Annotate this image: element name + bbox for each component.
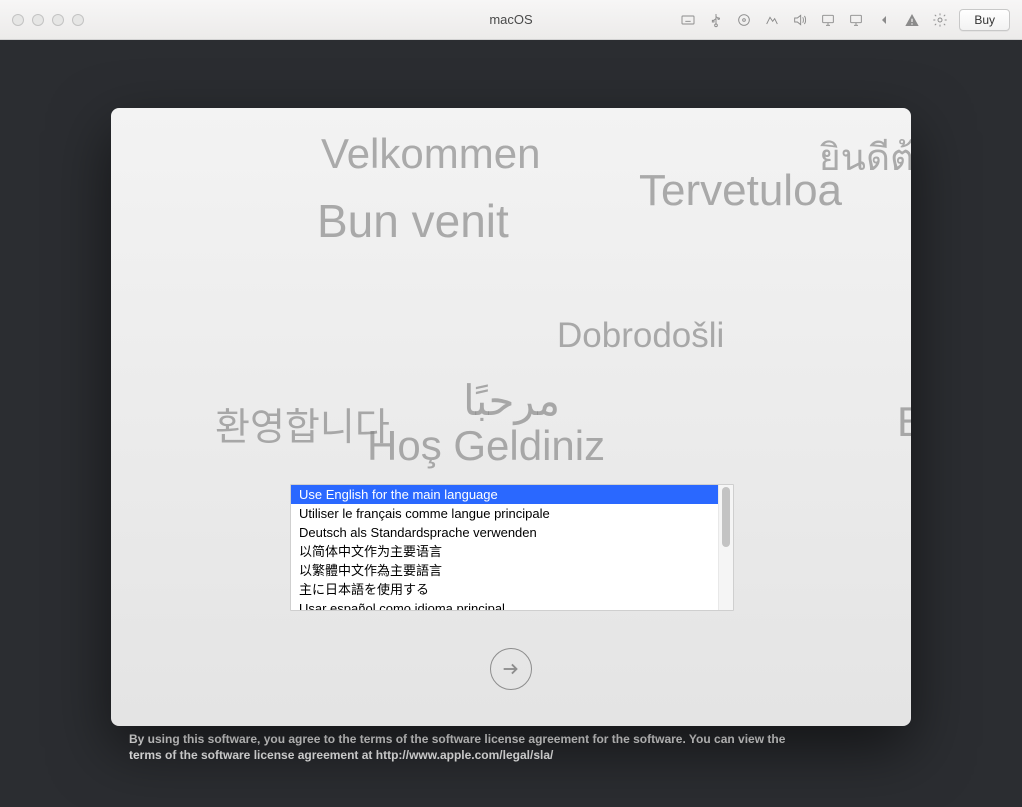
toolbar-right: Buy: [679, 9, 1010, 31]
vm-titlebar: macOS Buy: [0, 0, 1022, 40]
warning-icon[interactable]: [903, 11, 921, 29]
zoom-light[interactable]: [52, 14, 64, 26]
display-a-icon[interactable]: [819, 11, 837, 29]
continue-button[interactable]: [490, 648, 532, 690]
gear-icon[interactable]: [931, 11, 949, 29]
license-agreement-text: By using this software, you agree to the…: [111, 732, 911, 763]
welcome-greeting: Hoş Geldiniz: [367, 422, 605, 470]
welcome-greeting: 환영합니다: [215, 396, 390, 451]
extra-light: [72, 14, 84, 26]
welcome-greeting: Velkommen: [321, 130, 540, 178]
language-option[interactable]: 主に日本語を使用する: [291, 580, 718, 599]
buy-button[interactable]: Buy: [959, 9, 1010, 31]
language-list-box: Use English for the main languageUtilise…: [290, 484, 734, 611]
minimize-light[interactable]: [32, 14, 44, 26]
language-option[interactable]: 以简体中文作为主要语言: [291, 542, 718, 561]
setup-assistant-window: Velkommenยินดีต้อTervetuloaBun venitDobr…: [111, 108, 911, 726]
language-option[interactable]: 以繁體中文作為主要語言: [291, 561, 718, 580]
welcome-greeting: Tervetuloa: [639, 166, 842, 216]
display-b-icon[interactable]: [847, 11, 865, 29]
welcome-greeting: Dobrodošli: [557, 316, 724, 356]
disc-icon[interactable]: [735, 11, 753, 29]
language-option[interactable]: Utiliser le français comme langue princi…: [291, 504, 718, 523]
language-scroll-thumb[interactable]: [722, 487, 730, 547]
traffic-lights: [12, 14, 84, 26]
language-option[interactable]: Deutsch als Standardsprache verwenden: [291, 523, 718, 542]
arrow-right-icon: [500, 658, 522, 680]
back-icon[interactable]: [875, 11, 893, 29]
language-list[interactable]: Use English for the main languageUtilise…: [291, 485, 718, 610]
usb-icon[interactable]: [707, 11, 725, 29]
welcome-greeting: Bun venit: [317, 194, 509, 248]
input-menu-icon[interactable]: [679, 11, 697, 29]
welcome-word-cloud: Velkommenยินดีต้อTervetuloaBun venitDobr…: [111, 108, 911, 726]
language-option[interactable]: Usar español como idioma principal: [291, 599, 718, 610]
volume-icon[interactable]: [791, 11, 809, 29]
sla-line-2: terms of the software license agreement …: [129, 748, 893, 764]
sla-line-1: By using this software, you agree to the…: [129, 732, 893, 748]
language-option[interactable]: Use English for the main language: [291, 485, 718, 504]
language-scrollbar[interactable]: [718, 485, 733, 610]
close-light[interactable]: [12, 14, 24, 26]
welcome-greeting: مرحبًا: [463, 376, 560, 425]
network-inspector-icon[interactable]: [763, 11, 781, 29]
welcome-greeting: E: [897, 398, 911, 446]
vm-stage: Velkommenยินดีต้อTervetuloaBun venitDobr…: [0, 40, 1022, 807]
